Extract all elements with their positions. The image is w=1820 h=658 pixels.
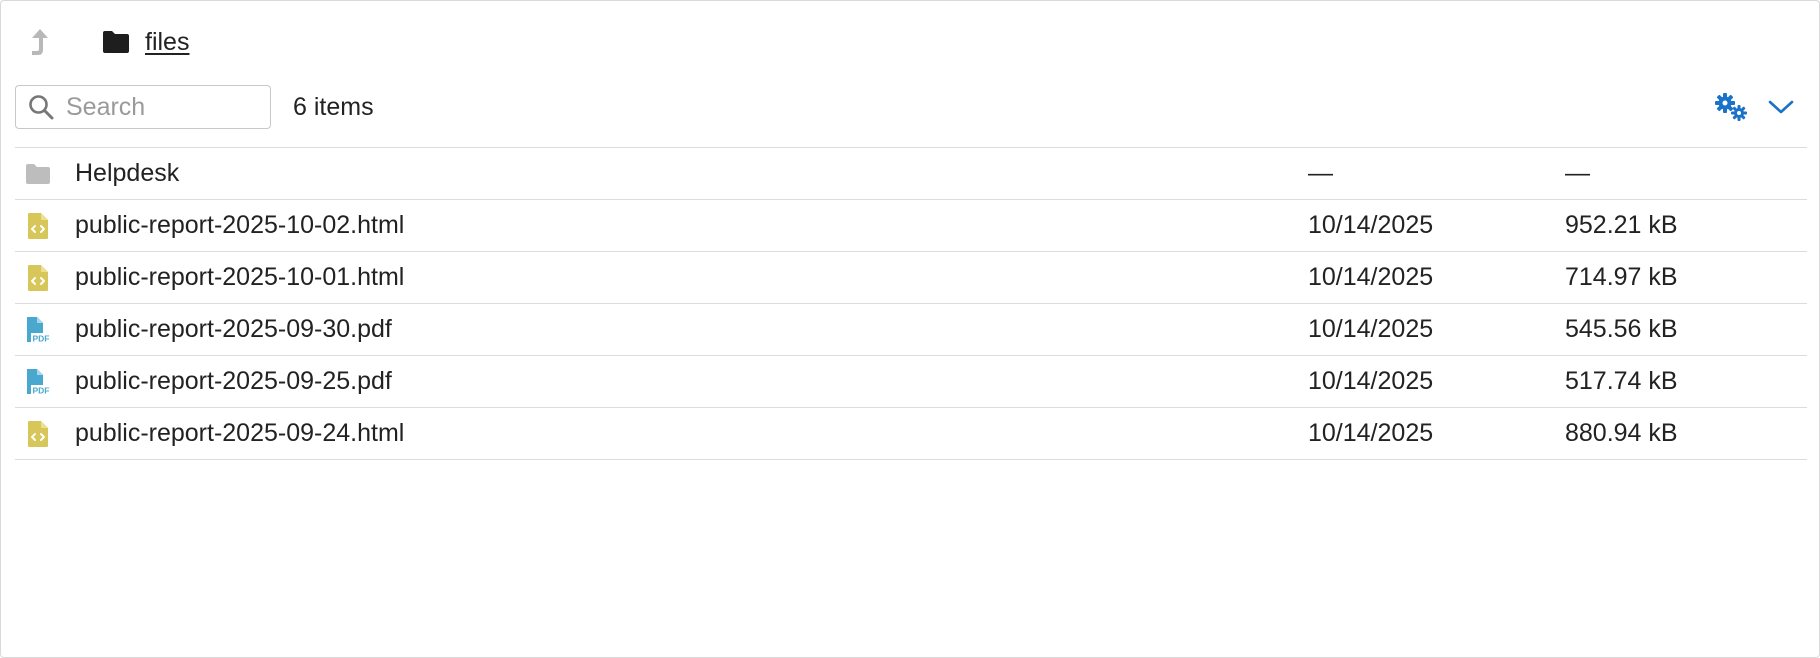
file-size: 880.94 kB [1565,419,1678,447]
item-count: 6 items [293,93,374,121]
file-name: public-report-2025-09-30.pdf [75,315,392,343]
arrow-up-icon[interactable] [23,23,57,61]
file-name: public-report-2025-10-02.html [75,211,405,239]
gears-icon[interactable] [1711,91,1751,123]
html-file-icon [23,211,53,241]
file-modified-date: 10/14/2025 [1308,315,1434,343]
html-file-icon [23,263,53,293]
search-icon [28,94,54,120]
file-row-6[interactable]: public-report-2025-09-24.html 10/14/2025… [15,408,1807,460]
file-modified-date: 10/14/2025 [1308,211,1434,239]
file-modified-date: 10/14/2025 [1308,367,1434,395]
file-modified-date: 10/14/2025 [1308,263,1434,291]
svg-text:PDF: PDF [33,333,50,343]
file-row-5[interactable]: PDF public-report-2025-09-25.pdf 10/14/2… [15,356,1807,408]
file-list: Helpdesk — — public-report-2025-10-02.ht… [15,147,1807,460]
file-modified-date: 10/14/2025 [1308,419,1434,447]
file-name: public-report-2025-09-25.pdf [75,367,392,395]
pdf-file-icon: PDF [23,367,53,397]
pdf-file-icon: PDF [23,315,53,345]
file-row-3[interactable]: public-report-2025-10-01.html 10/14/2025… [15,252,1807,304]
chevron-down-icon[interactable] [1763,91,1799,123]
file-name: Helpdesk [75,159,180,187]
file-size: 952.21 kB [1565,211,1678,239]
file-name: public-report-2025-10-01.html [75,263,405,291]
file-size: — [1565,159,1590,187]
html-file-icon [23,419,53,449]
file-size: 714.97 kB [1565,263,1678,291]
file-browser-panel: files 6 items [0,0,1820,658]
svg-text:PDF: PDF [33,385,50,395]
file-size: 517.74 kB [1565,367,1678,395]
file-row-4[interactable]: PDF public-report-2025-09-30.pdf 10/14/2… [15,304,1807,356]
file-row-2[interactable]: public-report-2025-10-02.html 10/14/2025… [15,200,1807,252]
breadcrumb: files [23,23,189,61]
file-modified-date: — [1308,159,1333,187]
file-row-1[interactable]: Helpdesk — — [15,148,1807,200]
folder-icon [23,159,53,189]
search-box[interactable] [15,85,271,129]
folder-icon [101,23,131,61]
breadcrumb-current-folder[interactable]: files [145,28,189,57]
file-name: public-report-2025-09-24.html [75,419,405,447]
file-size: 545.56 kB [1565,315,1678,343]
search-input[interactable] [66,92,256,122]
